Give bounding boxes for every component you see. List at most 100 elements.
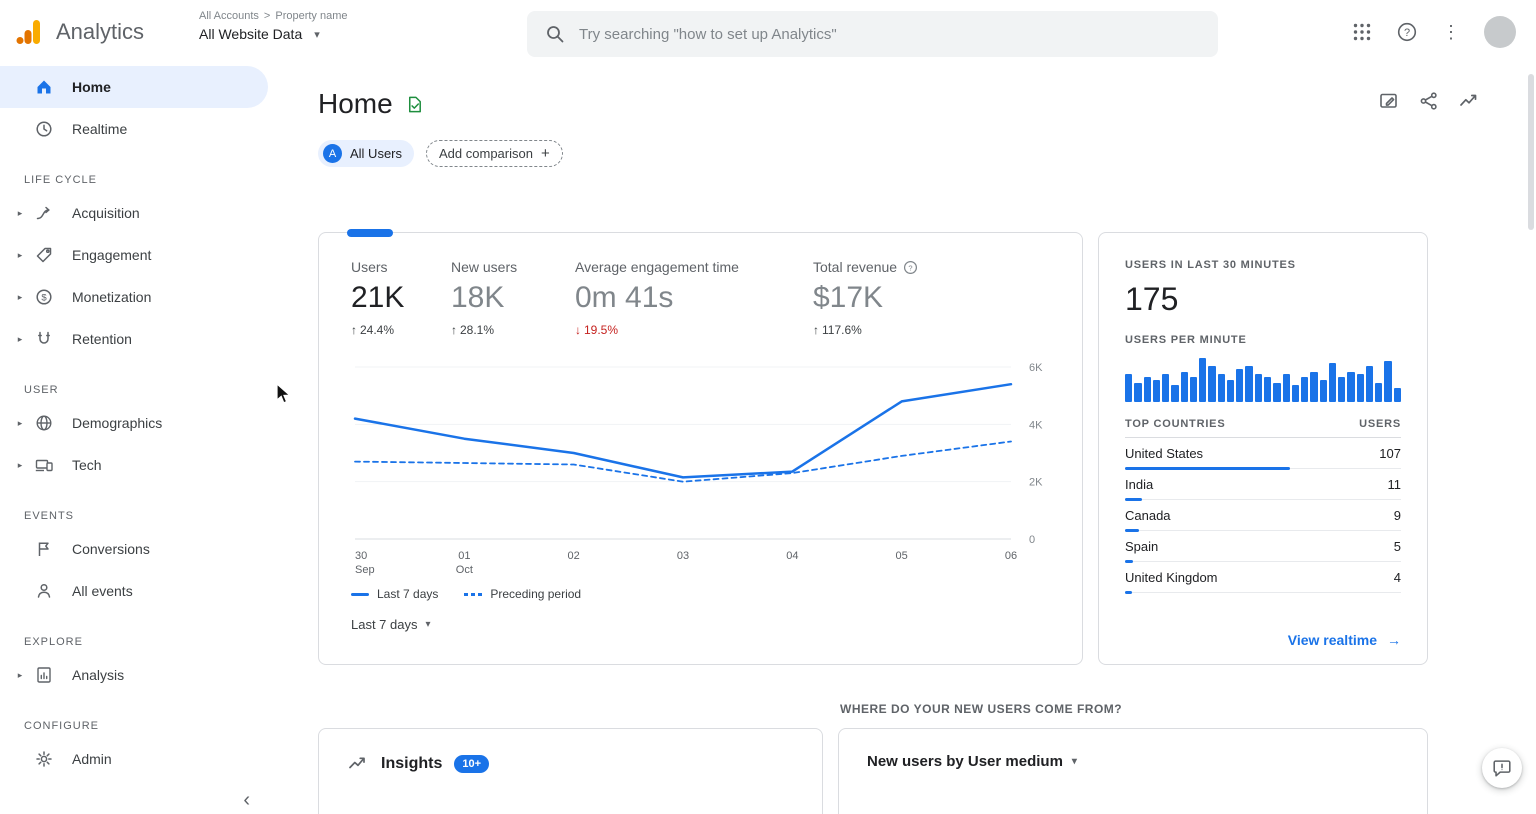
svg-text:4K: 4K — [1029, 419, 1043, 431]
sidebar-item-label: Retention — [72, 331, 132, 347]
minute-bar — [1245, 366, 1253, 402]
metric-users[interactable]: Users 21K ↑ 24.4% — [351, 259, 451, 337]
sidebar-item-label: Monetization — [72, 289, 152, 305]
chevron-down-icon: ▾ — [1071, 756, 1077, 767]
date-range-selector[interactable]: Last 7 days ▾ — [351, 617, 431, 632]
minute-bar — [1143, 377, 1151, 402]
sidebar-item-label: Analysis — [72, 667, 125, 683]
minute-bar — [1125, 374, 1133, 402]
country-row: Canada 9 — [1125, 500, 1401, 532]
globe-icon — [34, 413, 54, 433]
users-line-chart: 6K 4K 2K 0 30 Sep 01 Oct 02 03 04 05 06 — [351, 351, 1050, 581]
expand-arrow-icon[interactable]: ▸ — [12, 250, 28, 261]
sidebar-item-all-events[interactable]: All events — [0, 570, 268, 612]
customize-report-icon[interactable] — [1378, 90, 1400, 112]
more-vertical-icon[interactable]: ⋮ — [1442, 23, 1460, 41]
country-row: India 11 — [1125, 469, 1401, 501]
svg-text:06: 06 — [1005, 550, 1017, 562]
engagement-icon — [34, 245, 54, 265]
property-selector[interactable]: All Website Data ▾ — [199, 26, 348, 42]
breadcrumb-account: All Accounts — [199, 10, 259, 22]
sidebar-item-engagement[interactable]: ▸ Engagement — [0, 234, 268, 276]
insights-card[interactable]: Insights 10+ — [318, 728, 823, 814]
new-users-section-label: WHERE DO YOUR NEW USERS COME FROM? — [840, 702, 1123, 716]
minute-bar — [1356, 374, 1364, 402]
expand-arrow-icon[interactable]: ▸ — [12, 670, 28, 681]
sidebar-item-tech[interactable]: ▸ Tech — [0, 444, 268, 486]
flag-icon — [34, 539, 54, 559]
metric-total-revenue[interactable]: Total revenue ? $17K ↑ 117.6% — [813, 259, 1050, 337]
sidebar-item-admin[interactable]: Admin — [0, 738, 268, 780]
page-scrollbar[interactable] — [1528, 74, 1534, 230]
minute-bar — [1301, 377, 1309, 402]
sidebar-item-retention[interactable]: ▸ Retention — [0, 318, 268, 360]
help-icon[interactable]: ? — [1396, 21, 1418, 43]
sidebar-item-analysis[interactable]: ▸ Analysis — [0, 654, 268, 696]
minute-bar — [1319, 380, 1327, 402]
sidebar-item-label: Tech — [72, 457, 102, 473]
minute-bar — [1217, 374, 1225, 402]
arrow-right-icon: → — [1387, 632, 1401, 648]
insights-title: Insights — [381, 755, 443, 772]
country-row: Spain 5 — [1125, 531, 1401, 563]
collapse-sidebar-icon[interactable]: ‹ — [243, 789, 250, 812]
down-arrow-icon: ↓ — [575, 323, 581, 337]
feedback-button[interactable] — [1482, 748, 1522, 788]
minute-bar — [1263, 377, 1272, 402]
top-bar: Analytics All Accounts > Property name A… — [0, 0, 1536, 64]
view-realtime-link[interactable]: View realtime → — [1288, 622, 1401, 648]
analytics-logo[interactable]: Analytics — [16, 0, 144, 64]
insights-sparkline-icon[interactable] — [1458, 90, 1480, 112]
devices-icon — [34, 455, 54, 475]
search-icon — [547, 26, 564, 43]
breadcrumb-separator: > — [263, 10, 271, 22]
sidebar-item-home[interactable]: Home — [0, 66, 268, 108]
share-icon[interactable] — [1418, 90, 1440, 112]
sidebar-item-monetization[interactable]: ▸ $ Monetization — [0, 276, 268, 318]
expand-arrow-icon[interactable]: ▸ — [12, 292, 28, 303]
add-comparison-chip[interactable]: Add comparison + — [426, 140, 563, 167]
expand-arrow-icon[interactable]: ▸ — [12, 418, 28, 429]
realtime-card: USERS IN LAST 30 MINUTES 175 USERS PER M… — [1098, 232, 1428, 665]
sidebar-item-conversions[interactable]: Conversions — [0, 528, 268, 570]
svg-text:0: 0 — [1029, 534, 1035, 546]
minute-bar — [1162, 374, 1170, 402]
breadcrumb[interactable]: All Accounts > Property name — [199, 10, 348, 22]
sidebar-item-label: Engagement — [72, 247, 152, 263]
expand-arrow-icon[interactable]: ▸ — [12, 460, 28, 471]
dashed-line-swatch — [464, 592, 483, 596]
new-users-dimension-selector[interactable]: New users by User medium ▾ — [867, 753, 1077, 770]
search-input[interactable] — [579, 25, 1200, 43]
person-icon — [34, 581, 54, 601]
sidebar-item-acquisition[interactable]: ▸ Acquisition — [0, 192, 268, 234]
sidebar-section-user: USER — [24, 384, 59, 396]
sidebar-item-label: Admin — [72, 751, 112, 767]
metrics-row: Users 21K ↑ 24.4% New users 18K ↑ 28.1% Av… — [351, 259, 1050, 337]
search-bar[interactable] — [527, 11, 1218, 57]
minute-bar — [1226, 380, 1235, 402]
svg-text:03: 03 — [677, 550, 689, 562]
svg-text:30: 30 — [355, 550, 367, 562]
apps-grid-icon[interactable] — [1352, 22, 1372, 42]
chart-legend: Last 7 days Preceding period — [351, 587, 1050, 601]
expand-arrow-icon[interactable]: ▸ — [12, 208, 28, 219]
minute-bar — [1134, 383, 1142, 402]
all-users-chip[interactable]: A All Users — [318, 140, 415, 167]
sidebar-item-label: Demographics — [72, 415, 163, 431]
sidebar-item-demographics[interactable]: ▸ Demographics — [0, 402, 268, 444]
expand-arrow-icon[interactable]: ▸ — [12, 334, 28, 345]
metric-avg-engagement-time[interactable]: Average engagement time 0m 41s ↓ 19.5% — [575, 259, 813, 337]
add-comparison-label: Add comparison — [439, 146, 533, 161]
minute-bar — [1199, 358, 1207, 402]
analytics-logo-icon — [16, 20, 40, 44]
sidebar-item-label: All events — [72, 583, 133, 599]
sidebar-item-realtime[interactable]: Realtime — [0, 108, 268, 150]
country-bar — [1125, 591, 1132, 594]
minute-bar — [1208, 366, 1216, 402]
metric-new-users[interactable]: New users 18K ↑ 28.1% — [451, 259, 575, 337]
metric-delta: ↑ 24.4% — [351, 323, 395, 337]
avatar[interactable] — [1484, 16, 1516, 48]
report-doc-check-icon[interactable] — [405, 95, 424, 114]
sidebar-section-life-cycle: LIFE CYCLE — [24, 174, 97, 186]
help-circle-icon[interactable]: ? — [903, 260, 918, 275]
